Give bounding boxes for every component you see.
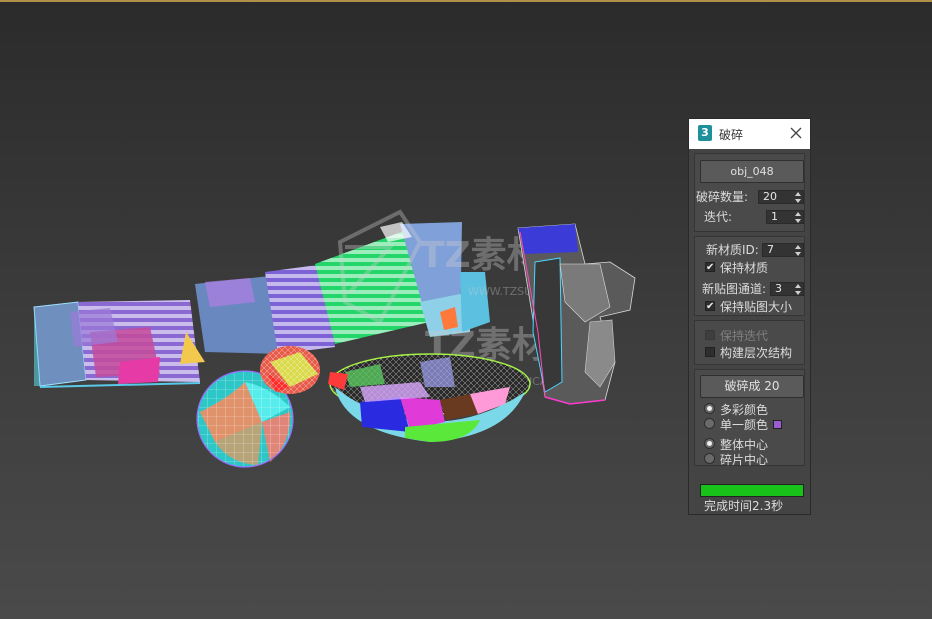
keep-iterations-label: 保持迭代 [720, 329, 769, 343]
whole-center-radio[interactable] [704, 438, 715, 449]
fracture-count-value: 20 [763, 190, 777, 203]
fractured-bench-middle [195, 264, 335, 354]
new-material-id-spinner[interactable]: 7 [762, 243, 804, 257]
new-map-channel-value: 3 [775, 282, 782, 295]
fracture-count-label: 破碎数量: [696, 190, 749, 204]
new-material-id-label: 新材质ID: [706, 243, 759, 257]
progress-bar-fill [701, 485, 803, 496]
hierarchy-group: 保持迭代 构建层次结构 [694, 320, 805, 365]
status-text: 完成时间2.3秒 [704, 499, 784, 513]
spinner-arrows-icon[interactable] [795, 212, 801, 223]
piece-center-radio[interactable] [704, 453, 715, 464]
single-color-label: 单一颜色 [720, 418, 769, 432]
keep-material-checkbox[interactable]: ✔ [705, 262, 715, 273]
close-icon[interactable] [789, 125, 803, 141]
keep-map-size-checkbox[interactable]: ✔ [705, 301, 715, 312]
single-color-swatch[interactable] [773, 420, 782, 429]
build-hierarchy-label: 构建层次结构 [720, 346, 793, 360]
progress-bar [700, 484, 804, 497]
piece-center-label: 碎片中心 [720, 453, 769, 467]
new-map-channel-spinner[interactable]: 3 [770, 282, 804, 296]
iterations-value: 1 [771, 210, 778, 223]
build-hierarchy-checkbox[interactable] [705, 347, 715, 357]
spinner-arrows-icon[interactable] [795, 192, 801, 203]
panel-titlebar[interactable]: 3 破碎 [689, 119, 810, 149]
material-group: 新材质ID: 7 ✔ 保持材质 新贴图通道: 3 ✔ 保持贴图大小 [694, 236, 805, 316]
spinner-arrows-icon[interactable] [795, 284, 801, 295]
new-material-id-value: 7 [767, 243, 774, 256]
panel-title: 破碎 [719, 128, 744, 142]
fracture-panel: 3 破碎 obj_048 破碎数量: 20 迭代: 1 新材质ID: 7 ✔ 保… [688, 118, 811, 515]
iterations-label: 迭代: [704, 210, 733, 224]
spinner-arrows-icon[interactable] [795, 245, 801, 256]
keep-map-size-label: 保持贴图大小 [720, 300, 793, 314]
fractured-apple [260, 346, 320, 394]
fracture-count-spinner[interactable]: 20 [758, 190, 804, 204]
single-color-radio[interactable] [704, 418, 715, 429]
app-logo-icon: 3 [698, 125, 712, 141]
multicolor-radio[interactable] [704, 403, 715, 414]
object-pick-button[interactable]: obj_048 [700, 160, 804, 183]
iterations-spinner[interactable]: 1 [766, 210, 804, 224]
keep-material-label: 保持材质 [720, 261, 769, 275]
object-group: obj_048 破碎数量: 20 迭代: 1 [694, 153, 805, 232]
fractured-bench-left [33, 300, 205, 388]
fracture-button[interactable]: 破碎成 20 [700, 375, 804, 398]
keep-iterations-checkbox[interactable] [705, 330, 715, 340]
fracture-group: 破碎成 20 多彩颜色 单一颜色 整体中心 碎片中心 [694, 369, 805, 467]
new-map-channel-label: 新贴图通道: [702, 282, 767, 296]
fractured-bowl [328, 353, 531, 442]
